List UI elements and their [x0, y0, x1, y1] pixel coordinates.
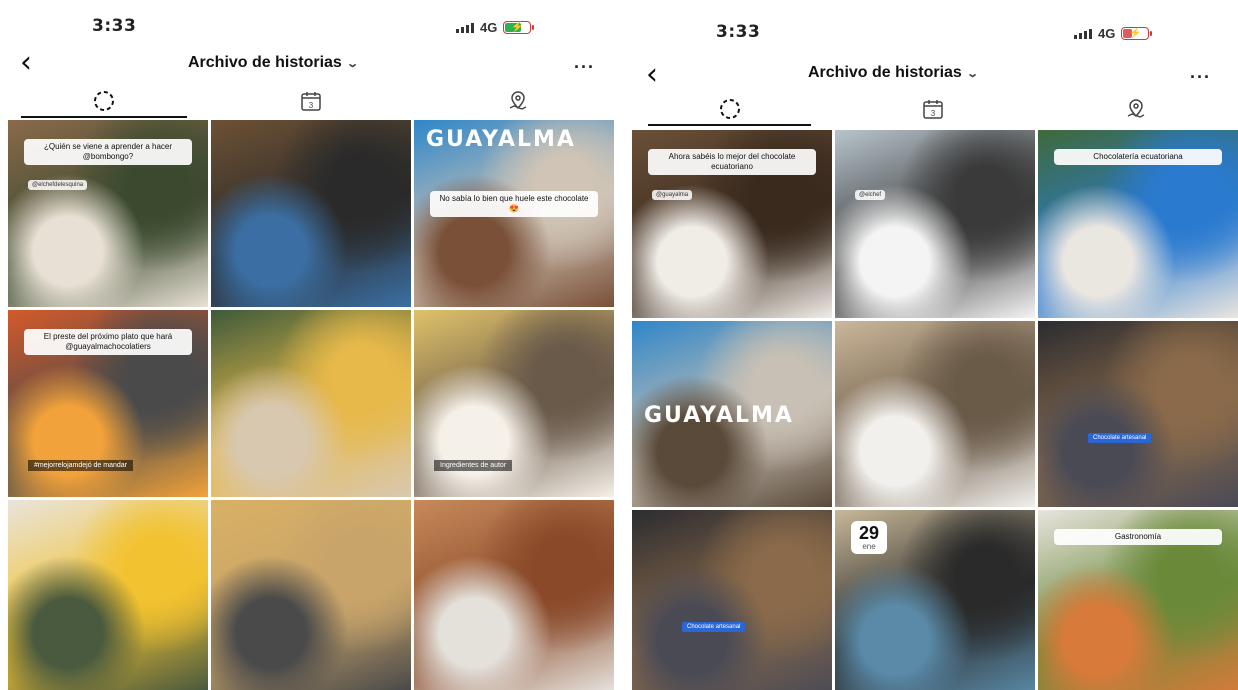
story-thumbnail[interactable]: Ahora sabéis lo mejor del chocolate ecua… [632, 130, 832, 318]
story-thumbnail[interactable]: Chocolatería ecuatoriana [1038, 130, 1238, 318]
story-thumbnail[interactable] [8, 500, 208, 690]
signal-indicator: 4G ⚡ [1074, 26, 1153, 41]
overlay-caption: Ingredientes de autor [434, 459, 513, 471]
back-arrow-icon[interactable]: ‹ [20, 48, 32, 78]
chevron-down-icon: ⌄ [345, 57, 359, 70]
story-thumbnail[interactable]: Chocolate artesanal [1038, 321, 1238, 507]
calendar-icon: 3 [923, 100, 943, 119]
date-month: ene [862, 542, 876, 552]
status-time: 3:33 [92, 16, 137, 36]
stories-icon [93, 91, 114, 111]
archive-tabs: 3 [0, 86, 622, 118]
story-thumbnail[interactable]: Chocolate artesanal [632, 510, 832, 690]
story-thumbnail[interactable] [414, 500, 614, 690]
archive-tabs: 3 [628, 94, 1238, 126]
signal-icon [1074, 28, 1092, 39]
story-caption: Chocolatería ecuatoriana [1054, 148, 1222, 165]
story-thumbnail[interactable]: @elchef [835, 130, 1035, 318]
tab-calendar[interactable]: 3 [831, 94, 1034, 124]
story-thumbnail[interactable]: GUAYALMA No sabía lo bien que huele este … [414, 120, 614, 307]
story-thumbnail[interactable]: Gastronomía [1038, 510, 1238, 690]
story-grid: ¿Quién se viene a aprender a hacer @bomb… [8, 120, 614, 690]
signal-icon [456, 22, 474, 33]
tab-map[interactable] [415, 86, 622, 116]
top-bar: ‹ Archivo de historias ⌄ ... [0, 46, 622, 82]
brand-logo: GUAYALMA [426, 127, 576, 153]
story-thumbnail[interactable]: Ingredientes de autor [414, 310, 614, 497]
brand-logo: GUAYALMA [644, 402, 794, 428]
tab-stories[interactable] [0, 86, 207, 118]
archive-title-dropdown[interactable]: Archivo de historias ⌄ [188, 54, 359, 72]
tab-map[interactable] [1035, 94, 1238, 124]
story-thumbnail[interactable] [211, 310, 411, 497]
map-icon [1128, 99, 1145, 118]
tab-stories[interactable] [628, 94, 831, 126]
overlay-caption: #mejorrelojamdejó de mandar [28, 459, 133, 471]
highlight-bar: Chocolate artesanal [1088, 432, 1152, 443]
status-bar: 3:33 4G ⚡ [628, 14, 1238, 54]
page-title: Archivo de historias [808, 64, 962, 81]
story-caption: ¿Quién se viene a aprender a hacer @bomb… [24, 138, 192, 165]
story-thumbnail[interactable]: El preste del próximo plato que hará @gu… [8, 310, 208, 497]
story-thumbnail[interactable]: ¿Quién se viene a aprender a hacer @bomb… [8, 120, 208, 307]
more-options-button[interactable]: ... [574, 52, 595, 73]
story-caption: El preste del próximo plato que hará @gu… [24, 328, 192, 355]
date-day: 29 [859, 523, 880, 544]
story-caption: No sabía lo bien que huele este chocolat… [430, 191, 598, 218]
chevron-down-icon: ⌄ [965, 67, 979, 80]
stories-icon [719, 99, 740, 119]
tab-calendar[interactable]: 3 [207, 86, 414, 116]
back-arrow-icon[interactable]: ‹ [646, 60, 658, 90]
network-label: 4G [1098, 26, 1116, 41]
calendar-day: 3 [931, 109, 936, 118]
battery-icon: ⚡ [1121, 27, 1153, 40]
network-label: 4G [480, 20, 498, 35]
story-date-badge: 29 ene [851, 521, 888, 555]
mention-tag: @guayalma [652, 190, 693, 201]
top-bar: ‹ Archivo de historias ⌄ ... [628, 58, 1238, 94]
story-grid: Ahora sabéis lo mejor del chocolate ecua… [632, 130, 1238, 690]
mention-tag: @elchefdelesquina [28, 179, 88, 190]
status-bar: 3:33 4G ⚡ [0, 8, 622, 48]
screen-right: 3:33 4G ⚡ ‹ Archivo de historias ⌄ ... 3… [628, 0, 1238, 690]
screen-left: 3:33 4G ⚡ ‹ Archivo de historias ⌄ ... 3… [0, 0, 622, 690]
story-thumbnail[interactable] [835, 321, 1035, 507]
signal-indicator: 4G ⚡ [456, 20, 535, 35]
more-options-button[interactable]: ... [1190, 62, 1211, 83]
story-thumbnail[interactable]: 29 ene [835, 510, 1035, 690]
highlight-bar: Chocolate artesanal [682, 621, 746, 632]
battery-icon: ⚡ [503, 21, 535, 34]
status-time: 3:33 [716, 22, 761, 42]
calendar-icon: 3 [301, 92, 321, 111]
mention-tag: @elchef [855, 190, 886, 201]
story-thumbnail[interactable] [211, 500, 411, 690]
map-icon [510, 91, 527, 110]
calendar-day: 3 [309, 101, 314, 110]
story-caption: Ahora sabéis lo mejor del chocolate ecua… [648, 148, 816, 175]
story-thumbnail[interactable]: GUAYALMA [632, 321, 832, 507]
page-title: Archivo de historias [188, 54, 342, 71]
story-thumbnail[interactable] [211, 120, 411, 307]
story-caption: Gastronomía [1054, 528, 1222, 545]
archive-title-dropdown[interactable]: Archivo de historias ⌄ [808, 64, 979, 82]
